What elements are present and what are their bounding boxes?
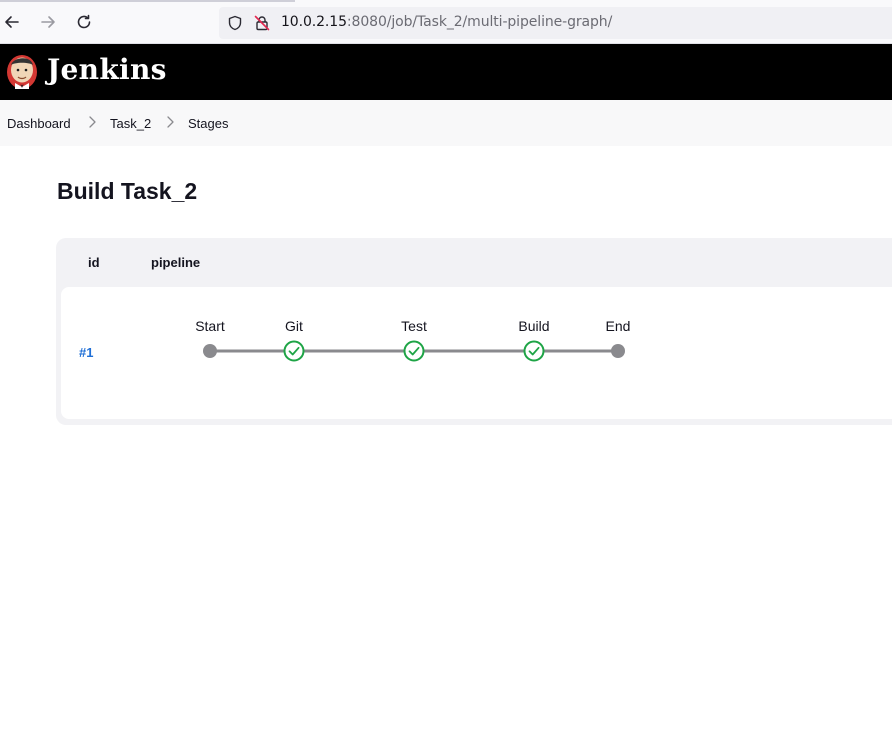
forward-button[interactable] xyxy=(36,10,60,34)
stage-node-start xyxy=(203,344,217,358)
jenkins-logo-icon[interactable] xyxy=(6,53,38,91)
brand-name[interactable]: Jenkins xyxy=(47,53,167,86)
reload-button[interactable] xyxy=(72,10,96,34)
arrow-right-icon xyxy=(41,16,55,28)
success-status-circle xyxy=(283,340,305,362)
page-title: Build Task_2 xyxy=(57,178,198,204)
pipeline-graph: Start Git Test Build End xyxy=(195,318,631,362)
stage-view-table: id pipeline #1 Start Git Test Build End xyxy=(56,238,892,425)
url-host: 10.0.2.15 xyxy=(281,14,347,30)
shield-icon[interactable] xyxy=(227,15,243,31)
insecure-lock-icon[interactable] xyxy=(254,15,270,31)
stage-label-end: End xyxy=(606,318,631,334)
browser-toolbar: 10.0.2.15:8080/job/Task_2/multi-pipeline… xyxy=(0,0,892,44)
breadcrumb-item-task[interactable]: Task_2 xyxy=(110,116,151,131)
back-button[interactable] xyxy=(0,10,24,34)
stage-node-git[interactable] xyxy=(283,340,305,362)
chevron-right-icon xyxy=(89,116,96,128)
breadcrumb-item-dashboard[interactable]: Dashboard xyxy=(7,116,71,131)
tab-strip-edge xyxy=(0,0,295,2)
success-status-circle xyxy=(403,340,425,362)
jenkins-header: Jenkins xyxy=(0,44,892,100)
reload-icon xyxy=(77,14,91,29)
chevron-right-icon xyxy=(167,116,174,128)
column-header-id: id xyxy=(88,255,100,270)
stage-label-start: Start xyxy=(195,318,225,334)
success-status-circle xyxy=(523,340,545,362)
url-path: :8080/job/Task_2/multi-pipeline-graph/ xyxy=(346,14,613,30)
arrow-left-icon xyxy=(5,16,19,28)
stage-node-test[interactable] xyxy=(403,340,425,362)
stage-label-test: Test xyxy=(401,318,427,334)
breadcrumb: Dashboard Task_2 Stages xyxy=(0,100,892,146)
stage-label-git: Git xyxy=(285,318,303,334)
stage-label-build: Build xyxy=(518,318,549,334)
stage-node-end xyxy=(611,344,625,358)
url-text[interactable]: 10.0.2.15:8080/job/Task_2/multi-pipeline… xyxy=(281,14,612,30)
address-bar[interactable]: 10.0.2.15:8080/job/Task_2/multi-pipeline… xyxy=(219,7,892,39)
breadcrumb-item-stages[interactable]: Stages xyxy=(188,116,228,131)
column-header-pipeline: pipeline xyxy=(151,255,201,270)
stage-node-build[interactable] xyxy=(523,340,545,362)
table-row: #1 Start Git Test Build End xyxy=(61,287,892,419)
